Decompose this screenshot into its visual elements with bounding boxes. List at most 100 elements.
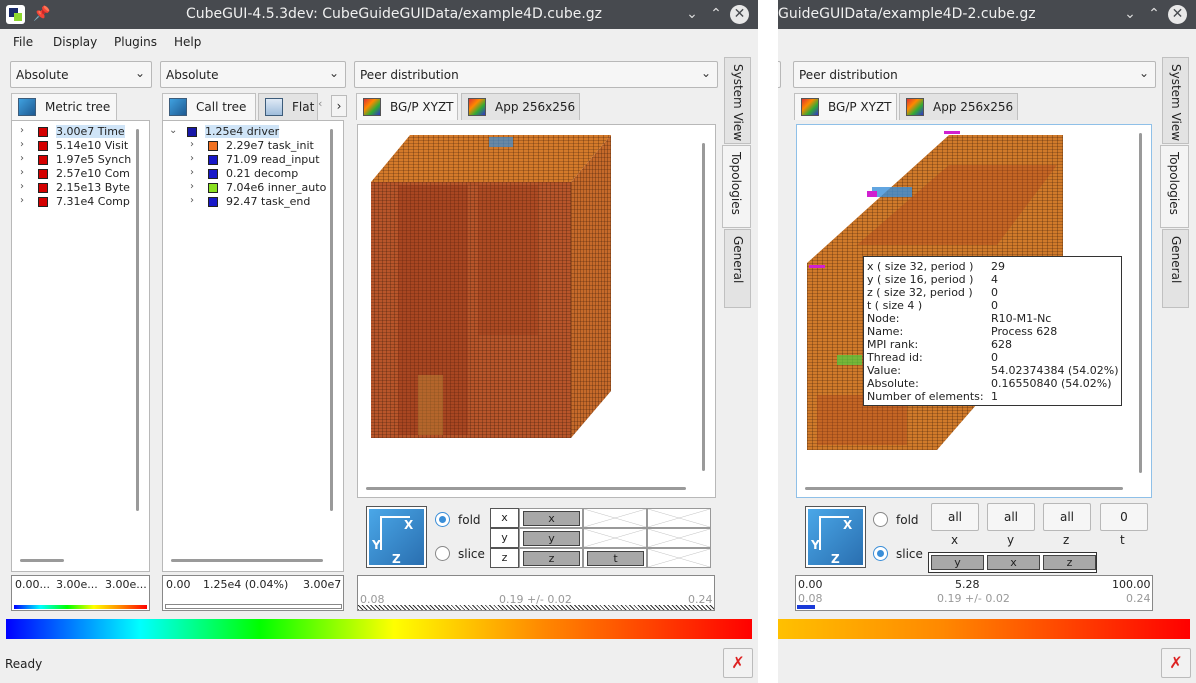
- metric-tree-row[interactable]: › 2.15e13 Byte: [20, 181, 138, 195]
- expand-arrow-icon[interactable]: ›: [190, 195, 200, 206]
- topology-cube-canvas[interactable]: [358, 125, 715, 497]
- dim-slot[interactable]: [647, 548, 711, 568]
- call-tree-panel: ⌄ 1.25e4 driver › 2.29e7 task_init › 71.09 re…: [162, 120, 344, 572]
- system-mode-select[interactable]: Peer distribution ⌄: [354, 61, 718, 88]
- metric-tree-row[interactable]: › 5.14e10 Visit: [20, 139, 138, 153]
- expand-arrow-icon[interactable]: ›: [20, 153, 30, 164]
- system-mode-select[interactable]: Peer distribution ⌄: [793, 61, 1156, 88]
- dim-order-button[interactable]: z: [1043, 555, 1096, 570]
- stop-button[interactable]: ✗: [1161, 648, 1191, 678]
- fold-radio[interactable]: [873, 512, 888, 527]
- expand-arrow-icon[interactable]: ›: [20, 167, 30, 178]
- tab-app-256[interactable]: App 256x256: [899, 93, 1018, 120]
- call-tree-row[interactable]: › 71.09 read_input: [190, 153, 330, 167]
- collapse-arrow-icon[interactable]: ⌄: [169, 125, 179, 136]
- close-button[interactable]: ✕: [1168, 5, 1187, 24]
- dim-slot[interactable]: y: [519, 528, 583, 548]
- tab-flat[interactable]: Flat: [258, 93, 318, 120]
- element-info-tooltip: x ( size 32, period ) 29 y ( size 16, peri…: [863, 256, 1122, 406]
- dim-order-button[interactable]: y: [931, 555, 984, 570]
- tab-bgp-xyzt[interactable]: BG/P XYZT: [356, 93, 458, 120]
- dim-order-button[interactable]: t: [587, 551, 644, 566]
- call-tree-row[interactable]: › 2.29e7 task_init: [190, 139, 330, 153]
- tab-call-tree[interactable]: Call tree: [162, 93, 256, 120]
- topology-view[interactable]: [357, 124, 716, 498]
- metric-tree-row[interactable]: › 2.57e10 Com: [20, 167, 138, 181]
- dim-slot[interactable]: [583, 508, 647, 528]
- call-mode-select-partial[interactable]: ⌄: [778, 61, 781, 88]
- topology-vscroll[interactable]: [702, 143, 705, 471]
- expand-arrow-icon[interactable]: ›: [20, 139, 30, 150]
- stop-button[interactable]: ✗: [723, 648, 753, 678]
- dim-slot[interactable]: t: [583, 548, 647, 568]
- dim-slot[interactable]: [583, 528, 647, 548]
- menu-plugins[interactable]: Plugins: [114, 35, 157, 49]
- dim-slot[interactable]: z: [519, 548, 583, 568]
- side-tab-system-view[interactable]: System View: [724, 57, 751, 144]
- call-mode-select[interactable]: Absolute ⌄: [160, 61, 346, 88]
- call-tree-row[interactable]: › 7.04e6 inner_auto: [190, 181, 330, 195]
- dim-order-button[interactable]: y: [523, 531, 580, 546]
- maximize-button[interactable]: ⌃: [707, 5, 725, 23]
- side-tab-topologies[interactable]: Topologies: [722, 145, 751, 228]
- tab-scroll-left-icon[interactable]: ‹: [318, 97, 332, 117]
- metric-mode-select[interactable]: Absolute ⌄: [10, 61, 152, 88]
- dim-order-button[interactable]: z: [523, 551, 580, 566]
- highlight-cell: [489, 137, 513, 147]
- side-tab-topologies[interactable]: Topologies: [1160, 145, 1189, 228]
- call-hscroll[interactable]: [171, 559, 323, 562]
- expand-arrow-icon[interactable]: ›: [190, 181, 200, 192]
- pin-icon[interactable]: 📌: [33, 5, 51, 23]
- dim-order-button[interactable]: x: [987, 555, 1040, 570]
- dim-select-button[interactable]: all: [1043, 503, 1091, 531]
- tab-app-256[interactable]: App 256x256: [461, 93, 580, 120]
- expand-arrow-icon[interactable]: ›: [190, 153, 200, 164]
- maximize-button[interactable]: ⌃: [1145, 5, 1163, 23]
- menu-file[interactable]: File: [13, 35, 33, 49]
- call-label: 92.47 task_end: [226, 195, 310, 208]
- minimize-button[interactable]: ⌄: [683, 5, 701, 23]
- slice-strip: [797, 605, 815, 609]
- metric-tree-row[interactable]: › 1.97e5 Synch: [20, 153, 138, 167]
- dim-slot[interactable]: x: [519, 508, 583, 528]
- dim-slot[interactable]: [647, 528, 711, 548]
- topology-hscroll[interactable]: [805, 487, 1123, 490]
- topology-vscroll[interactable]: [1139, 133, 1142, 473]
- expand-arrow-icon[interactable]: ›: [20, 181, 30, 192]
- close-button[interactable]: ✕: [730, 5, 749, 24]
- tab-scroll-right-icon[interactable]: ›: [331, 95, 347, 117]
- axis-orientation-icon[interactable]: X Y Z: [805, 506, 866, 568]
- call-tree-row[interactable]: › 92.47 task_end: [190, 195, 330, 209]
- slice-radio[interactable]: [435, 546, 450, 561]
- expand-arrow-icon[interactable]: ›: [20, 195, 30, 206]
- metric-tree-row[interactable]: › 3.00e7 Time: [20, 125, 138, 139]
- axis-orientation-icon[interactable]: X Y Z: [366, 506, 427, 568]
- menu-help[interactable]: Help: [174, 35, 201, 49]
- side-tab-general[interactable]: General: [1162, 229, 1189, 308]
- menu-display[interactable]: Display: [53, 35, 97, 49]
- tab-bgp-xyzt[interactable]: BG/P XYZT: [794, 93, 897, 120]
- dim-select-button[interactable]: all: [987, 503, 1035, 531]
- dim-select-button[interactable]: all: [931, 503, 979, 531]
- call-tree-row[interactable]: › 0.21 decomp: [190, 167, 330, 181]
- call-color-swatch: [208, 183, 218, 193]
- call-vscroll[interactable]: [330, 129, 333, 511]
- fold-radio[interactable]: [435, 512, 450, 527]
- metric-tree-row[interactable]: › 7.31e4 Comp: [20, 195, 138, 209]
- minimize-button[interactable]: ⌄: [1121, 5, 1139, 23]
- side-tab-system-view[interactable]: System View: [1162, 57, 1189, 144]
- expand-arrow-icon[interactable]: ›: [20, 125, 30, 136]
- dim-order-button[interactable]: x: [523, 511, 580, 526]
- metric-vscroll[interactable]: [136, 129, 139, 511]
- dim-select-button[interactable]: 0: [1100, 503, 1148, 531]
- dim-slot[interactable]: [647, 508, 711, 528]
- tab-metric-tree[interactable]: Metric tree: [11, 93, 117, 120]
- call-tree-root[interactable]: ⌄ 1.25e4 driver: [169, 125, 329, 139]
- side-tab-general[interactable]: General: [724, 229, 751, 308]
- expand-arrow-icon[interactable]: ›: [190, 139, 200, 150]
- title-bar: GuideGUIData/example4D-2.cube.gz ⌄ ⌃ ✕: [778, 0, 1196, 29]
- expand-arrow-icon[interactable]: ›: [190, 167, 200, 178]
- metric-hscroll[interactable]: [20, 559, 64, 562]
- topology-hscroll[interactable]: [366, 487, 686, 490]
- slice-radio[interactable]: [873, 546, 888, 561]
